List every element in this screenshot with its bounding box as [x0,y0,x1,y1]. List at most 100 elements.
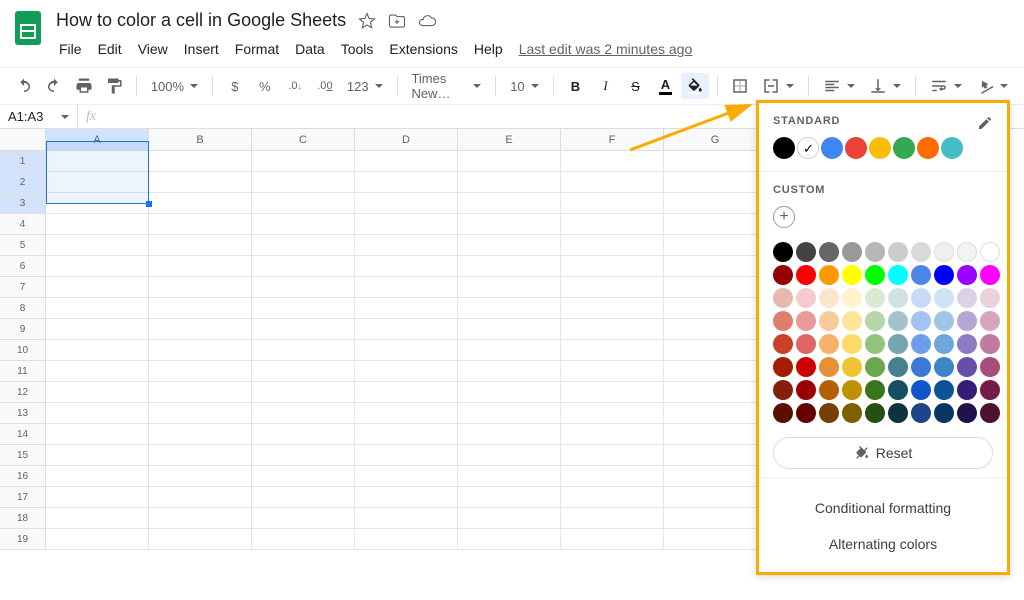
cell-A6[interactable] [46,256,149,277]
cell-B18[interactable] [149,508,252,529]
cell-F18[interactable] [561,508,664,529]
cell-E17[interactable] [458,487,561,508]
cell-C10[interactable] [252,340,355,361]
cell-A11[interactable] [46,361,149,382]
cell-B3[interactable] [149,193,252,214]
palette-swatch[interactable] [980,311,1000,331]
cell-D2[interactable] [355,172,458,193]
alternating-colors-link[interactable]: Alternating colors [773,526,993,562]
cell-C3[interactable] [252,193,355,214]
palette-swatch[interactable] [934,311,954,331]
fontsize-dropdown[interactable]: 10 [504,73,544,99]
merge-dropdown[interactable] [756,73,800,99]
palette-swatch[interactable] [819,288,839,308]
cell-A1[interactable] [46,151,149,172]
increase-decimal-button[interactable]: .00 [311,73,339,99]
cell-C4[interactable] [252,214,355,235]
cell-D13[interactable] [355,403,458,424]
row-header-19[interactable]: 19 [0,529,46,550]
cell-F4[interactable] [561,214,664,235]
percent-button[interactable]: % [251,73,279,99]
cell-B5[interactable] [149,235,252,256]
cell-A8[interactable] [46,298,149,319]
cell-A7[interactable] [46,277,149,298]
standard-color-swatch[interactable]: ✓ [797,137,819,159]
cell-D11[interactable] [355,361,458,382]
document-title[interactable]: How to color a cell in Google Sheets [56,10,346,31]
palette-swatch[interactable] [842,403,862,423]
row-header-6[interactable]: 6 [0,256,46,277]
palette-swatch[interactable] [865,311,885,331]
palette-swatch[interactable] [865,403,885,423]
cell-C17[interactable] [252,487,355,508]
cell-D15[interactable] [355,445,458,466]
palette-swatch[interactable] [773,242,793,262]
cell-A2[interactable] [46,172,149,193]
cell-G8[interactable] [664,298,767,319]
palette-swatch[interactable] [773,311,793,331]
palette-swatch[interactable] [911,242,931,262]
cell-B4[interactable] [149,214,252,235]
cell-G16[interactable] [664,466,767,487]
cell-B14[interactable] [149,424,252,445]
wrap-dropdown[interactable] [924,73,968,99]
row-header-9[interactable]: 9 [0,319,46,340]
palette-swatch[interactable] [819,242,839,262]
cell-G18[interactable] [664,508,767,529]
palette-swatch[interactable] [980,380,1000,400]
palette-swatch[interactable] [980,265,1000,285]
cell-F13[interactable] [561,403,664,424]
palette-swatch[interactable] [980,334,1000,354]
reset-button[interactable]: Reset [773,437,993,469]
cell-G10[interactable] [664,340,767,361]
edit-icon[interactable] [977,115,993,131]
palette-swatch[interactable] [773,357,793,377]
palette-swatch[interactable] [957,265,977,285]
cell-E15[interactable] [458,445,561,466]
valign-dropdown[interactable] [863,73,907,99]
row-header-15[interactable]: 15 [0,445,46,466]
palette-swatch[interactable] [842,311,862,331]
cell-D17[interactable] [355,487,458,508]
move-icon[interactable] [388,12,406,30]
cell-E12[interactable] [458,382,561,403]
cell-G19[interactable] [664,529,767,550]
menu-tools[interactable]: Tools [334,37,381,61]
row-header-10[interactable]: 10 [0,340,46,361]
palette-swatch[interactable] [957,380,977,400]
cell-C8[interactable] [252,298,355,319]
cell-B17[interactable] [149,487,252,508]
palette-swatch[interactable] [796,380,816,400]
cell-E4[interactable] [458,214,561,235]
palette-swatch[interactable] [888,311,908,331]
cell-D9[interactable] [355,319,458,340]
palette-swatch[interactable] [911,288,931,308]
cell-A17[interactable] [46,487,149,508]
palette-swatch[interactable] [957,242,977,262]
cell-D8[interactable] [355,298,458,319]
row-header-7[interactable]: 7 [0,277,46,298]
cell-C18[interactable] [252,508,355,529]
palette-swatch[interactable] [842,380,862,400]
cell-A16[interactable] [46,466,149,487]
palette-swatch[interactable] [888,288,908,308]
cell-A5[interactable] [46,235,149,256]
cell-D7[interactable] [355,277,458,298]
sheets-logo[interactable] [8,8,48,48]
palette-swatch[interactable] [796,334,816,354]
column-header-B[interactable]: B [149,129,252,151]
cell-G6[interactable] [664,256,767,277]
cell-A18[interactable] [46,508,149,529]
cell-A12[interactable] [46,382,149,403]
add-custom-color-button[interactable]: + [773,206,795,228]
cell-B6[interactable] [149,256,252,277]
cell-F14[interactable] [561,424,664,445]
cell-D19[interactable] [355,529,458,550]
palette-swatch[interactable] [865,265,885,285]
menu-edit[interactable]: Edit [91,37,129,61]
palette-swatch[interactable] [796,311,816,331]
cell-C15[interactable] [252,445,355,466]
cell-D3[interactable] [355,193,458,214]
palette-swatch[interactable] [911,334,931,354]
cell-D14[interactable] [355,424,458,445]
